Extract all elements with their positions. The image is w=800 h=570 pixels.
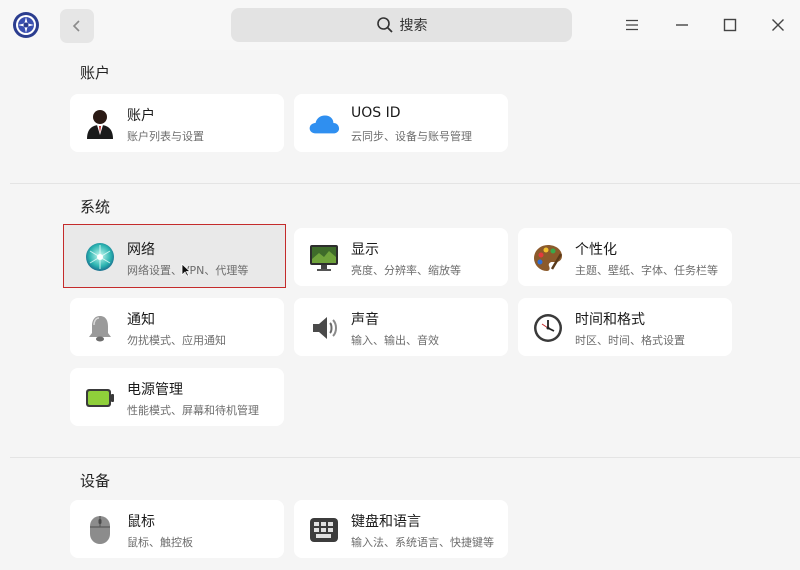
card-keyboard-language[interactable]: 键盘和语言 输入法、系统语言、快捷键等 [294, 500, 508, 558]
cloud-icon [308, 108, 340, 140]
card-uos-id[interactable]: UOS ID 云同步、设备与账号管理 [294, 94, 508, 152]
bell-icon [84, 312, 116, 344]
display-icon [308, 242, 340, 274]
network-icon [84, 241, 116, 273]
chevron-left-icon [72, 20, 80, 32]
user-icon [84, 108, 116, 140]
card-description: 亮度、分辨率、缩放等 [351, 264, 461, 277]
card-network[interactable]: 网络 网络设置、VPN、代理等 [63, 224, 286, 288]
card-notifications[interactable]: 通知 勿扰模式、应用通知 [70, 298, 284, 356]
close-button[interactable] [765, 12, 791, 38]
section-title-system: 系统 [80, 198, 111, 216]
minimize-button[interactable] [669, 12, 695, 38]
battery-icon [84, 382, 116, 414]
card-title: 网络 [127, 242, 155, 258]
card-title: 账户 [127, 108, 155, 124]
card-description: 账户列表与设置 [127, 130, 204, 143]
card-personalization[interactable]: 个性化 主题、壁纸、字体、任务栏等 [518, 228, 732, 286]
card-description: 时区、时间、格式设置 [575, 334, 685, 347]
section-title-devices: 设备 [80, 472, 111, 490]
maximize-button[interactable] [717, 12, 743, 38]
card-title: 显示 [351, 242, 379, 258]
card-title: 声音 [351, 312, 379, 328]
card-description: 鼠标、触控板 [127, 536, 193, 549]
card-title: 通知 [127, 312, 155, 328]
card-time-format[interactable]: 时间和格式 时区、时间、格式设置 [518, 298, 732, 356]
back-button[interactable] [60, 9, 94, 43]
speaker-icon [308, 312, 340, 344]
card-mouse[interactable]: 鼠标 鼠标、触控板 [70, 500, 284, 558]
card-title: 电源管理 [127, 382, 183, 398]
card-title: 个性化 [575, 242, 617, 258]
search-icon [376, 17, 393, 33]
search-placeholder: 搜索 [399, 18, 428, 34]
card-title: 键盘和语言 [351, 514, 421, 530]
close-icon [772, 19, 784, 31]
card-title: 时间和格式 [575, 312, 645, 328]
card-sound[interactable]: 声音 输入、输出、音效 [294, 298, 508, 356]
card-title: 鼠标 [127, 514, 155, 530]
app-logo-icon [12, 11, 40, 39]
minimize-icon [676, 24, 688, 26]
title-bar: 搜索 [0, 0, 800, 50]
card-power-management[interactable]: 电源管理 性能模式、屏幕和待机管理 [70, 368, 284, 426]
menu-button[interactable] [619, 12, 645, 38]
card-description: 云同步、设备与账号管理 [351, 130, 472, 143]
card-title: UOS ID [351, 105, 401, 121]
card-description: 输入、输出、音效 [351, 334, 439, 347]
card-display[interactable]: 显示 亮度、分辨率、缩放等 [294, 228, 508, 286]
card-description: 性能模式、屏幕和待机管理 [127, 404, 259, 417]
search-input[interactable]: 搜索 [231, 8, 572, 42]
section-title-accounts: 账户 [80, 64, 111, 82]
keyboard-icon [308, 514, 340, 546]
mouse-cursor-icon [181, 262, 192, 277]
maximize-icon [723, 18, 737, 32]
card-description: 勿扰模式、应用通知 [127, 334, 226, 347]
section-divider [10, 183, 800, 184]
palette-icon [532, 242, 564, 274]
mouse-icon [84, 514, 116, 546]
clock-icon [532, 312, 564, 344]
card-description: 主题、壁纸、字体、任务栏等 [575, 264, 718, 277]
section-divider [10, 457, 800, 458]
hamburger-menu-icon [626, 19, 638, 31]
card-accounts[interactable]: 账户 账户列表与设置 [70, 94, 284, 152]
card-description: 输入法、系统语言、快捷键等 [351, 536, 494, 549]
